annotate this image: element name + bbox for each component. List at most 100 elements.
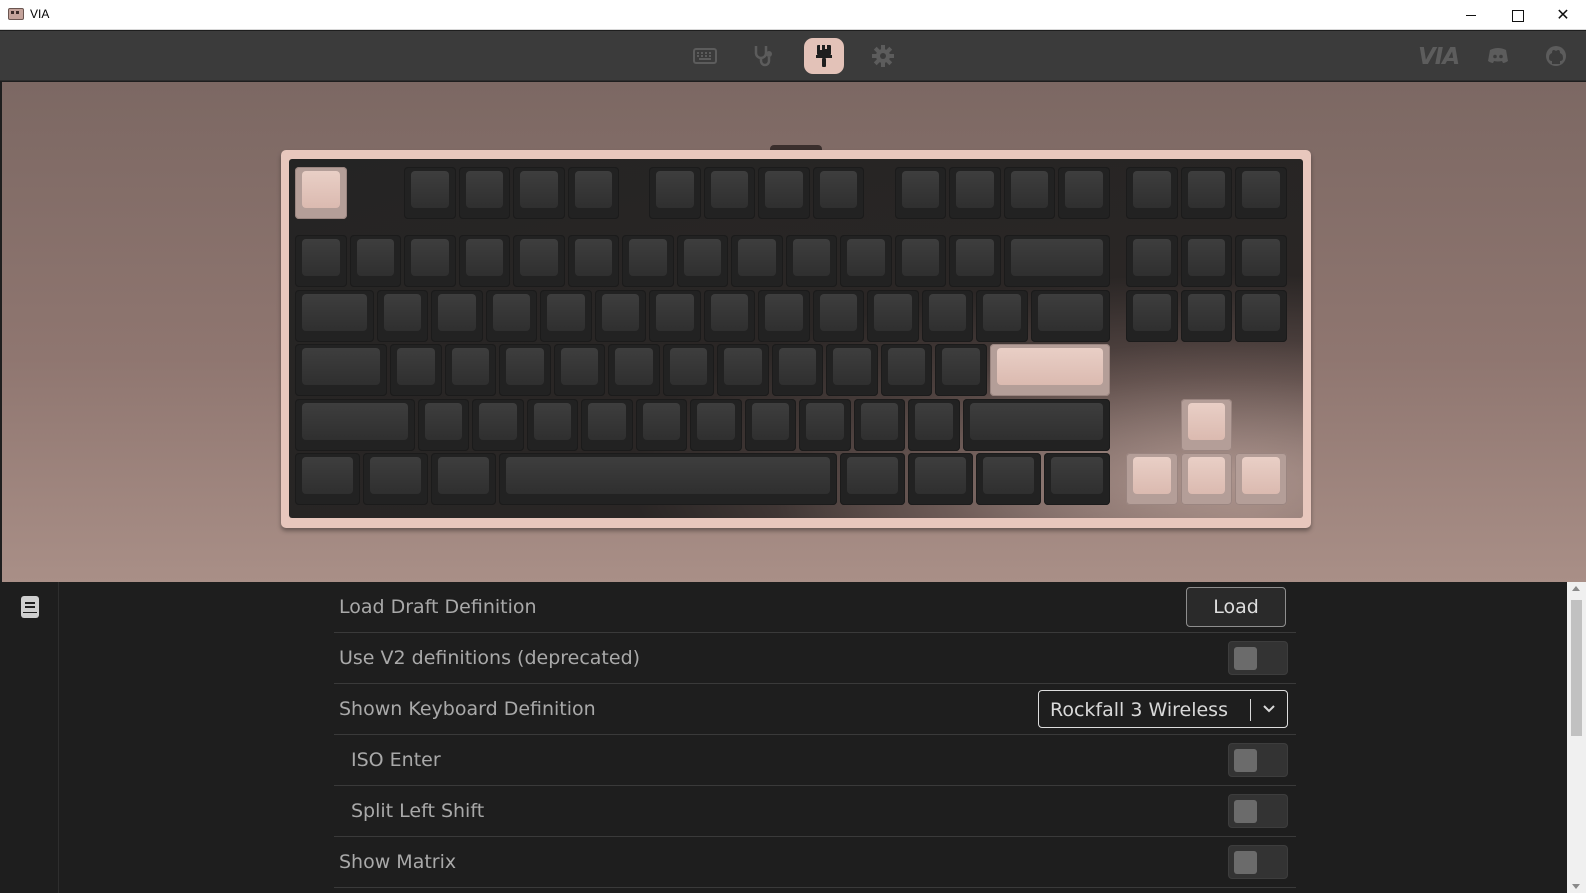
key[interactable] [295,398,415,451]
key[interactable] [758,289,810,342]
key[interactable] [1126,453,1178,506]
key[interactable] [703,289,756,342]
key[interactable] [485,289,538,342]
key[interactable] [581,398,633,451]
key[interactable] [758,167,810,219]
split-left-shift-toggle[interactable] [1228,794,1288,828]
key[interactable] [649,167,701,219]
key[interactable] [458,167,510,219]
nav-design-button[interactable] [804,38,844,74]
key[interactable] [962,398,1110,451]
key[interactable] [499,453,837,506]
key[interactable] [567,235,619,288]
via-logo-link[interactable]: VIA [1410,38,1462,74]
discord-link[interactable] [1478,38,1518,74]
key[interactable] [1180,289,1233,342]
maximize-button[interactable] [1494,0,1540,30]
v2-definitions-toggle[interactable] [1228,641,1288,675]
scroll-down-arrow[interactable] [1572,884,1580,889]
key[interactable] [840,235,892,288]
key[interactable] [867,289,919,342]
scroll-thumb[interactable] [1571,600,1582,736]
nav-configure-button[interactable] [685,38,725,74]
key[interactable] [717,344,769,397]
key[interactable] [908,398,960,451]
key[interactable] [295,289,374,342]
key[interactable] [404,235,456,288]
key[interactable] [785,235,837,288]
nav-settings-button[interactable] [863,38,903,74]
key[interactable] [472,398,524,451]
key[interactable] [1126,289,1178,342]
key[interactable] [799,398,851,451]
key[interactable] [771,344,824,397]
key[interactable] [431,289,483,342]
key[interactable] [513,235,565,288]
key[interactable] [880,344,933,397]
key[interactable] [635,398,688,451]
key[interactable] [295,453,361,506]
key[interactable] [363,453,429,506]
iso-enter-toggle[interactable] [1228,743,1288,777]
key[interactable] [499,344,551,397]
key[interactable] [853,398,906,451]
key[interactable] [894,235,946,288]
scroll-up-arrow[interactable] [1572,586,1580,591]
key[interactable] [295,167,347,219]
key[interactable] [949,235,1001,288]
key[interactable] [295,344,388,397]
nav-test-button[interactable] [744,38,784,74]
key[interactable] [649,289,701,342]
key[interactable] [1235,235,1287,288]
key[interactable] [1180,235,1233,288]
key[interactable] [417,398,470,451]
key[interactable] [921,289,974,342]
key[interactable] [840,453,906,506]
key[interactable] [812,167,865,219]
key[interactable] [295,235,347,288]
key[interactable] [690,398,742,451]
key[interactable] [1058,167,1110,219]
key[interactable] [935,344,987,397]
key[interactable] [1235,289,1287,342]
show-matrix-toggle[interactable] [1228,845,1288,879]
key[interactable] [1180,398,1233,451]
key[interactable] [744,398,797,451]
key[interactable] [608,344,660,397]
key[interactable] [894,167,946,219]
key[interactable] [1180,167,1233,219]
keyboard-definition-select[interactable]: Rockfall 3 Wireless [1038,690,1288,728]
minimize-button[interactable] [1448,0,1494,30]
scrollbar[interactable] [1567,582,1586,893]
key[interactable] [1044,453,1110,506]
github-link[interactable] [1536,38,1576,74]
key[interactable] [1126,235,1178,288]
key[interactable] [731,235,783,288]
key[interactable] [976,289,1028,342]
key[interactable] [376,289,429,342]
key[interactable] [390,344,442,397]
key[interactable] [567,167,619,219]
key[interactable] [1003,167,1055,219]
key[interactable] [349,235,401,288]
key[interactable] [1126,167,1178,219]
key[interactable] [513,167,565,219]
docs-icon[interactable] [21,596,39,618]
key[interactable] [989,344,1110,397]
key[interactable] [1235,167,1287,219]
key[interactable] [949,167,1001,219]
key[interactable] [1235,453,1287,506]
key[interactable] [1030,289,1110,342]
key[interactable] [458,235,510,288]
key[interactable] [431,453,497,506]
key[interactable] [812,289,865,342]
key[interactable] [676,235,728,288]
key[interactable] [908,453,974,506]
key[interactable] [444,344,497,397]
key[interactable] [1003,235,1110,288]
close-button[interactable]: ✕ [1540,0,1586,30]
key[interactable] [540,289,592,342]
key[interactable] [703,167,756,219]
key[interactable] [594,289,647,342]
key[interactable] [1180,453,1233,506]
